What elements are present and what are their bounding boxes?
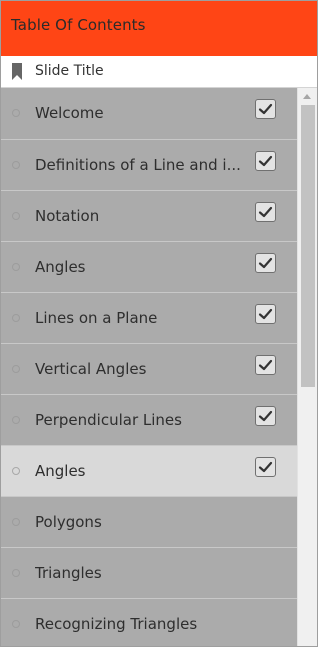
toc-item-label: Welcome bbox=[35, 104, 104, 122]
visited-checkbox bbox=[255, 253, 276, 273]
toc-title: Table Of Contents bbox=[11, 16, 146, 34]
checkmark-icon bbox=[258, 308, 273, 320]
toc-item-label: Notation bbox=[35, 207, 100, 225]
checkmark-icon bbox=[258, 206, 273, 218]
circle-icon bbox=[12, 161, 20, 169]
toc-item-label: Angles bbox=[35, 462, 86, 480]
bookmark-icon bbox=[12, 63, 22, 80]
toc-item[interactable]: Recognizing Triangles bbox=[1, 598, 297, 646]
toc-item-label: Vertical Angles bbox=[35, 360, 147, 378]
toc-list-container: Welcome Definitions of a Line and i... Not… bbox=[1, 88, 317, 646]
scrollbar[interactable] bbox=[297, 88, 317, 646]
checkmark-icon bbox=[258, 410, 273, 422]
toc-item-label: Polygons bbox=[35, 513, 102, 531]
checkmark-icon bbox=[258, 257, 273, 269]
visited-checkbox bbox=[255, 355, 276, 375]
toc-item-label: Lines on a Plane bbox=[35, 309, 158, 327]
slide-title-label: Slide Title bbox=[35, 63, 104, 79]
circle-icon bbox=[12, 263, 20, 271]
circle-icon bbox=[12, 365, 20, 373]
circle-icon bbox=[12, 569, 20, 577]
toc-item[interactable]: Notation bbox=[1, 190, 297, 241]
toc-item[interactable]: Polygons bbox=[1, 496, 297, 547]
toc-item-label: Recognizing Triangles bbox=[35, 615, 198, 633]
visited-checkbox bbox=[255, 99, 276, 119]
circle-icon bbox=[12, 212, 20, 220]
toc-item[interactable]: Vertical Angles bbox=[1, 343, 297, 394]
checkmark-icon bbox=[258, 359, 273, 371]
toc-item[interactable]: Perpendicular Lines bbox=[1, 394, 297, 445]
checkmark-icon bbox=[258, 103, 273, 115]
scroll-thumb[interactable] bbox=[301, 105, 315, 387]
visited-checkbox bbox=[255, 151, 276, 171]
toc-item[interactable]: Welcome bbox=[1, 88, 297, 139]
toc-item[interactable]: Angles bbox=[1, 445, 297, 496]
toc-item-label: Triangles bbox=[35, 564, 102, 582]
circle-icon bbox=[12, 416, 20, 424]
visited-checkbox bbox=[255, 457, 276, 477]
checkmark-icon bbox=[258, 461, 273, 473]
toc-item-label: Perpendicular Lines bbox=[35, 411, 182, 429]
toc-item[interactable]: Lines on a Plane bbox=[1, 292, 297, 343]
toc-item[interactable]: Triangles bbox=[1, 547, 297, 598]
visited-checkbox bbox=[255, 406, 276, 426]
toc-item[interactable]: Definitions of a Line and i... bbox=[1, 139, 297, 190]
circle-icon bbox=[12, 620, 20, 628]
toc-item-label: Definitions of a Line and i... bbox=[35, 156, 241, 174]
toc-panel: Table Of Contents Slide Title Welcome Def… bbox=[0, 0, 318, 647]
checkmark-icon bbox=[258, 155, 273, 167]
toc-list: Welcome Definitions of a Line and i... Not… bbox=[1, 88, 297, 646]
toc-header: Table Of Contents bbox=[1, 1, 317, 56]
toc-subheader: Slide Title bbox=[1, 56, 317, 88]
visited-checkbox bbox=[255, 202, 276, 222]
circle-icon bbox=[12, 109, 20, 117]
visited-checkbox bbox=[255, 304, 276, 324]
toc-item[interactable]: Angles bbox=[1, 241, 297, 292]
circle-icon bbox=[12, 314, 20, 322]
scroll-up-icon[interactable] bbox=[303, 94, 311, 99]
toc-item-label: Angles bbox=[35, 258, 86, 276]
circle-icon bbox=[12, 518, 20, 526]
circle-icon bbox=[12, 467, 20, 475]
